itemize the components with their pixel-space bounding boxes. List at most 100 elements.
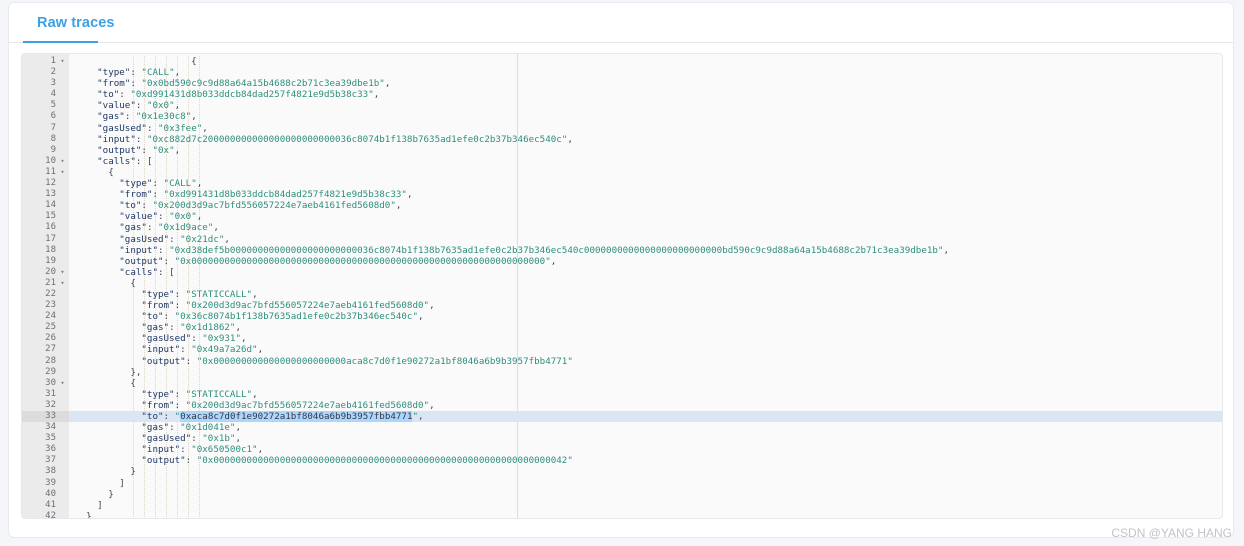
- line-number: 16: [45, 222, 56, 233]
- code-line[interactable]: },: [69, 367, 1222, 378]
- code-token: "0x200d3d9ac7bfd556057224e7aeb4161fed560…: [152, 200, 396, 212]
- code-token: "to": [119, 200, 142, 212]
- line-number: 4: [50, 89, 56, 100]
- line-number: 26: [45, 333, 56, 344]
- code-line[interactable]: "from": "0x0bd590c9c9d88a64a15b4688c2b71…: [69, 78, 1222, 89]
- line-number: 34: [45, 422, 56, 433]
- code-token: :: [130, 67, 142, 79]
- code-token: ,: [418, 411, 424, 422]
- code-line[interactable]: "from": "0x200d3d9ac7bfd556057224e7aeb41…: [69, 400, 1222, 411]
- code-token: "output": [119, 255, 164, 267]
- watermark: CSDN @YANG HANG: [1111, 526, 1232, 540]
- code-line[interactable]: }: [69, 511, 1222, 518]
- code-token: "from": [141, 300, 175, 312]
- code-line[interactable]: "gasUsed": "0x3fee",: [69, 123, 1222, 134]
- code-line[interactable]: "input": "0x49a7a26d",: [69, 344, 1222, 355]
- code-line[interactable]: "calls": [: [69, 156, 1222, 167]
- line-number: 41: [45, 499, 56, 510]
- code-line[interactable]: {: [69, 378, 1222, 389]
- code-line[interactable]: {: [69, 56, 1222, 67]
- chevron-down-icon[interactable]: ▾: [58, 267, 67, 278]
- code-line[interactable]: "from": "0x200d3d9ac7bfd556057224e7aeb41…: [69, 300, 1222, 311]
- app-root: Raw traces 1 ▾ 2 3 4 5 6 7 8 9 10 ▾ 11 ▾ 12 13 14 15 16 17 1…: [0, 0, 1244, 546]
- code-token: :: [152, 178, 164, 190]
- chevron-down-icon[interactable]: ▾: [58, 167, 67, 178]
- code-line[interactable]: "output": "0x000000000000000000000000000…: [69, 256, 1222, 267]
- code-line[interactable]: "to": "0x200d3d9ac7bfd556057224e7aeb4161…: [69, 200, 1222, 211]
- code-line[interactable]: "value": "0x0",: [69, 211, 1222, 222]
- code-token: :: [130, 78, 142, 90]
- code-line[interactable]: "type": "STATICCALL",: [69, 389, 1222, 400]
- code-line[interactable]: "input": "0xd38def5b00000000000000000000…: [69, 245, 1222, 256]
- code-token: "0x1d1862": [180, 322, 236, 334]
- code-token: "output": [141, 455, 186, 467]
- code-line[interactable]: "input": "0xc882d7c200000000000000000000…: [69, 134, 1222, 145]
- code-token: ,: [429, 399, 435, 411]
- code-token: },: [130, 366, 142, 378]
- code-token: "0x0bd590c9c9d88a64a15b4688c2b71c3ea39db…: [141, 78, 385, 90]
- code-line[interactable]: ]: [69, 500, 1222, 511]
- code-line[interactable]: "gas": "0x1d1862",: [69, 322, 1222, 333]
- code-token: ,: [174, 144, 181, 156]
- code-line[interactable]: "gasUsed": "0x1b",: [69, 433, 1222, 444]
- chevron-down-icon[interactable]: ▾: [58, 56, 67, 67]
- code-line[interactable]: "to": "0x36c8074b1f138b7635ad1efe0c2b37b…: [69, 311, 1222, 322]
- code-line[interactable]: "gasUsed": "0x21dc",: [69, 234, 1222, 245]
- code-token: }: [86, 510, 92, 518]
- code-line[interactable]: "output": "0x000000000000000000000000aca…: [69, 356, 1222, 367]
- code-line[interactable]: "input": "0x650500c1",: [69, 444, 1222, 455]
- code-token: ,: [235, 422, 242, 434]
- code-line[interactable]: }: [69, 466, 1222, 477]
- tab-bar: Raw traces: [9, 3, 1233, 43]
- chevron-down-icon[interactable]: ▾: [58, 156, 67, 167]
- line-number: 36: [45, 444, 56, 455]
- code-token: "type": [119, 178, 153, 190]
- code-line[interactable]: {: [69, 278, 1222, 289]
- code-token: "from": [97, 78, 131, 90]
- code-token: "calls": [119, 266, 158, 278]
- code-token: ]: [97, 499, 103, 511]
- line-number: 1 ▾: [22, 56, 69, 67]
- code-token: :: [163, 311, 175, 323]
- code-line[interactable]: {: [69, 167, 1222, 178]
- line-number: 23: [45, 300, 56, 311]
- code-token: "0x000000000000000000000000aca8c7d0f1e90…: [196, 355, 573, 367]
- line-number: 11 ▾: [22, 167, 69, 178]
- code-token: "0x200d3d9ac7bfd556057224e7aeb4161fed560…: [185, 399, 430, 411]
- code-line[interactable]: "to": "0xaca8c7d0f1e90272a1bf8046a6b9b39…: [69, 411, 1222, 423]
- code-line[interactable]: "gasUsed": "0x931",: [69, 333, 1222, 344]
- code-line[interactable]: "type": "CALL",: [69, 178, 1222, 189]
- code-line[interactable]: }: [69, 489, 1222, 500]
- code-token: "0x49a7a26d": [191, 344, 258, 356]
- code-token: :: [169, 322, 181, 334]
- code-line[interactable]: "type": "CALL",: [69, 67, 1222, 78]
- code-area[interactable]: { "type": "CALL", "from": "0x0bd590c9c9d…: [69, 54, 1222, 518]
- code-line[interactable]: "output": "0x",: [69, 145, 1222, 156]
- code-line[interactable]: "calls": [: [69, 267, 1222, 278]
- code-token: "0x0": [146, 100, 175, 112]
- code-line[interactable]: "to": "0xd991431d8b033ddcb84dad257f4821e…: [69, 89, 1222, 100]
- code-line-list: { "type": "CALL", "from": "0x0bd590c9c9d…: [69, 56, 1222, 518]
- code-token: :: [163, 255, 175, 267]
- code-token: "0x36c8074b1f138b7635ad1efe0c2b37b346ec5…: [174, 311, 418, 323]
- code-line[interactable]: "gas": "0x1d9ace",: [69, 222, 1222, 233]
- code-line[interactable]: "gas": "0x1e30c8",: [69, 111, 1222, 122]
- code-line[interactable]: "type": "STATICCALL",: [69, 289, 1222, 300]
- code-line[interactable]: "output": "0x000000000000000000000000000…: [69, 455, 1222, 466]
- code-line[interactable]: "gas": "0x1d041e",: [69, 422, 1222, 433]
- tab-raw-traces[interactable]: Raw traces: [23, 3, 127, 43]
- code-line[interactable]: ]: [69, 478, 1222, 489]
- line-number: 29: [45, 366, 56, 377]
- line-number: 5: [50, 100, 56, 111]
- line-number: 24: [45, 311, 56, 322]
- code-line[interactable]: "value": "0x0",: [69, 100, 1222, 111]
- code-token: ,: [174, 100, 181, 112]
- chevron-down-icon[interactable]: ▾: [58, 378, 67, 389]
- code-line[interactable]: "from": "0xd991431d8b033ddcb84dad257f482…: [69, 189, 1222, 200]
- json-editor[interactable]: 1 ▾ 2 3 4 5 6 7 8 9 10 ▾ 11 ▾ 12 13 14 15 16 17 18 19 20 ▾ 21 ▾ 22…: [21, 53, 1223, 519]
- code-token: "0xc882d7c200000000000000000000000036c80…: [146, 133, 568, 145]
- line-number: 15: [45, 211, 56, 222]
- chevron-down-icon[interactable]: ▾: [58, 278, 67, 289]
- code-token: :: [158, 211, 170, 223]
- raw-traces-card: Raw traces 1 ▾ 2 3 4 5 6 7 8 9 10 ▾ 11 ▾ 12 13 14 15 16 17 1…: [8, 2, 1234, 538]
